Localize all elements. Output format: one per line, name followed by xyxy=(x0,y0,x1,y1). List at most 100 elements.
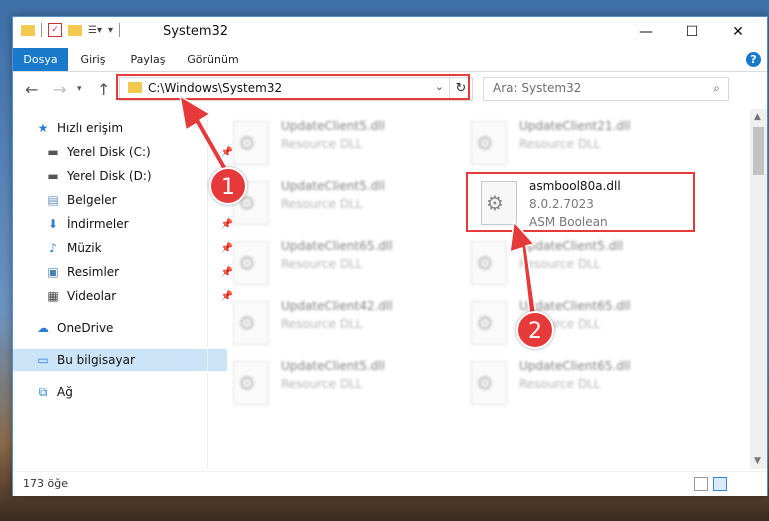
large-icons-view-icon[interactable] xyxy=(713,477,727,491)
gear-icon: ⚙ xyxy=(476,131,494,155)
gear-icon: ⚙ xyxy=(238,251,256,275)
customize-qa-icon[interactable]: ☰▾ xyxy=(88,25,102,36)
file-description: Resource DLL xyxy=(519,377,601,391)
sidebar-item-label: Belgeler xyxy=(67,193,117,207)
divider xyxy=(41,23,42,37)
sidebar-item-label: Yerel Disk (C:) xyxy=(67,145,151,159)
sidebar-item-music[interactable]: ♪ Müzik 📌 xyxy=(13,237,237,259)
scroll-thumb[interactable] xyxy=(753,127,764,175)
file-description: Resource DLL xyxy=(281,137,363,151)
file-tile[interactable]: ⚙ UpdateClient65.dll Resource DLL xyxy=(213,237,423,293)
search-placeholder: Ara: System32 xyxy=(493,81,582,95)
file-name: UpdateClient5.dll xyxy=(281,119,385,133)
up-arrow-icon[interactable]: ↑ xyxy=(97,80,110,99)
file-description: Resource DLL xyxy=(281,197,363,211)
gear-icon: ⚙ xyxy=(476,371,494,395)
scroll-up-icon[interactable]: ▲ xyxy=(754,112,761,122)
computer-icon: ▭ xyxy=(37,353,49,367)
tab-file[interactable]: Dosya xyxy=(13,48,68,71)
pictures-icon: ▣ xyxy=(47,265,59,279)
file-tile[interactable]: ⚙ UpdateClient5.dll Resource DLL xyxy=(213,357,423,413)
status-bar: 173 öğe xyxy=(13,471,767,496)
gear-icon: ⚙ xyxy=(238,311,256,335)
sidebar-item-label: İndirmeler xyxy=(67,217,129,231)
search-icon[interactable]: ⌕ xyxy=(713,81,720,96)
gear-icon: ⚙ xyxy=(476,311,494,335)
divider xyxy=(119,23,121,37)
back-arrow-icon[interactable]: ← xyxy=(25,80,38,99)
file-tile[interactable]: ⚙ UpdateClient65.dll Resource DLL xyxy=(451,297,661,353)
cloud-icon: ☁ xyxy=(37,321,49,335)
sidebar-item-label: Ağ xyxy=(57,385,73,399)
sidebar-item-label: Resimler xyxy=(67,265,120,279)
quick-access-toolbar: ✓ ☰▾ ▾ xyxy=(21,23,121,37)
download-icon: ⬇ xyxy=(47,217,59,231)
sidebar-item-videos[interactable]: ▦ Videolar 📌 xyxy=(13,285,237,307)
gear-icon: ⚙ xyxy=(238,371,256,395)
scroll-down-icon[interactable]: ▼ xyxy=(754,456,761,466)
file-list: ⚙ UpdateClient5.dll Resource DLL ⚙ Updat… xyxy=(213,109,723,469)
sidebar-item-network[interactable]: ⧉ Ağ xyxy=(13,381,227,403)
sidebar-item-pictures[interactable]: ▣ Resimler 📌 xyxy=(13,261,237,283)
step-badge-1: 1 xyxy=(209,167,247,205)
file-tile[interactable]: ⚙ UpdateClient65.dll Resource DLL xyxy=(451,357,661,413)
file-tile[interactable]: ⚙ UpdateClient5.dll Resource DLL xyxy=(213,117,423,173)
details-view-icon[interactable] xyxy=(694,477,708,491)
file-name: UpdateClient5.dll xyxy=(281,179,385,193)
new-folder-icon[interactable] xyxy=(68,24,82,36)
file-tile[interactable]: ⚙ UpdateClient5.dll Resource DLL xyxy=(451,237,661,293)
network-icon: ⧉ xyxy=(38,384,48,399)
file-name: UpdateClient5.dll xyxy=(281,359,385,373)
sidebar-item-label: Yerel Disk (D:) xyxy=(67,169,152,183)
address-bar-highlight xyxy=(116,74,470,100)
window-title: System32 xyxy=(163,24,229,39)
sidebar-item-quick-access[interactable]: ★ Hızlı erişim xyxy=(13,117,227,139)
recent-locations-icon[interactable]: ▾ xyxy=(77,84,82,94)
pane-divider[interactable] xyxy=(207,109,208,469)
properties-icon[interactable]: ✓ xyxy=(48,23,62,37)
folder-icon xyxy=(21,24,35,36)
forward-arrow-icon[interactable]: → xyxy=(53,80,66,99)
documents-icon: ▤ xyxy=(47,193,59,207)
ribbon-tabs: Dosya Giriş Paylaş Görünüm ? xyxy=(13,48,767,72)
gear-icon: ⚙ xyxy=(476,251,494,275)
tab-home[interactable]: Giriş xyxy=(71,48,115,71)
file-name: UpdateClient5.dll xyxy=(519,239,623,253)
item-count: 173 öğe xyxy=(23,477,68,490)
video-icon: ▦ xyxy=(47,289,59,303)
file-tile[interactable]: ⚙ UpdateClient21.dll Resource DLL xyxy=(451,117,661,173)
title-bar: ✓ ☰▾ ▾ System32 — ☐ ✕ xyxy=(13,17,767,48)
sidebar-item-documents[interactable]: ▤ Belgeler 📌 xyxy=(13,189,237,211)
file-description: Resource DLL xyxy=(519,257,601,271)
gear-icon: ⚙ xyxy=(238,131,256,155)
sidebar-item-downloads[interactable]: ⬇ İndirmeler 📌 xyxy=(13,213,237,235)
file-tile[interactable]: ⚙ UpdateClient42.dll Resource DLL xyxy=(213,297,423,353)
file-description: Resource DLL xyxy=(281,257,363,271)
file-name: UpdateClient65.dll xyxy=(281,239,393,253)
sidebar-item-disk-d[interactable]: ▬ Yerel Disk (D:) 📌 xyxy=(13,165,237,187)
sidebar-item-label: OneDrive xyxy=(57,321,114,335)
search-input[interactable]: Ara: System32 ⌕ xyxy=(483,77,729,101)
sidebar-item-onedrive[interactable]: ☁ OneDrive xyxy=(13,317,227,339)
file-name: UpdateClient21.dll xyxy=(519,119,631,133)
vertical-scrollbar[interactable]: ▲ ▼ xyxy=(750,109,767,469)
minimize-button[interactable]: — xyxy=(623,17,669,47)
sidebar-item-this-pc[interactable]: ▭ Bu bilgisayar xyxy=(13,349,227,371)
tab-share[interactable]: Paylaş xyxy=(123,48,173,71)
file-highlight xyxy=(466,172,695,232)
file-description: Resource DLL xyxy=(281,377,363,391)
sidebar-item-label: Hızlı erişim xyxy=(57,121,124,135)
maximize-button[interactable]: ☐ xyxy=(669,17,715,47)
tab-view[interactable]: Görünüm xyxy=(183,48,243,71)
close-button[interactable]: ✕ xyxy=(715,17,761,47)
drive-icon: ▬ xyxy=(47,145,59,159)
file-name: UpdateClient65.dll xyxy=(519,359,631,373)
step-badge-2: 2 xyxy=(516,311,554,349)
help-button[interactable]: ? xyxy=(746,52,761,67)
sidebar-item-label: Bu bilgisayar xyxy=(57,353,135,367)
sidebar-item-disk-c[interactable]: ▬ Yerel Disk (C:) 📌 xyxy=(13,141,237,163)
drive-icon: ▬ xyxy=(47,169,59,183)
music-icon: ♪ xyxy=(49,241,57,255)
sidebar-item-label: Videolar xyxy=(67,289,117,303)
chevron-down-icon[interactable]: ▾ xyxy=(108,25,113,36)
